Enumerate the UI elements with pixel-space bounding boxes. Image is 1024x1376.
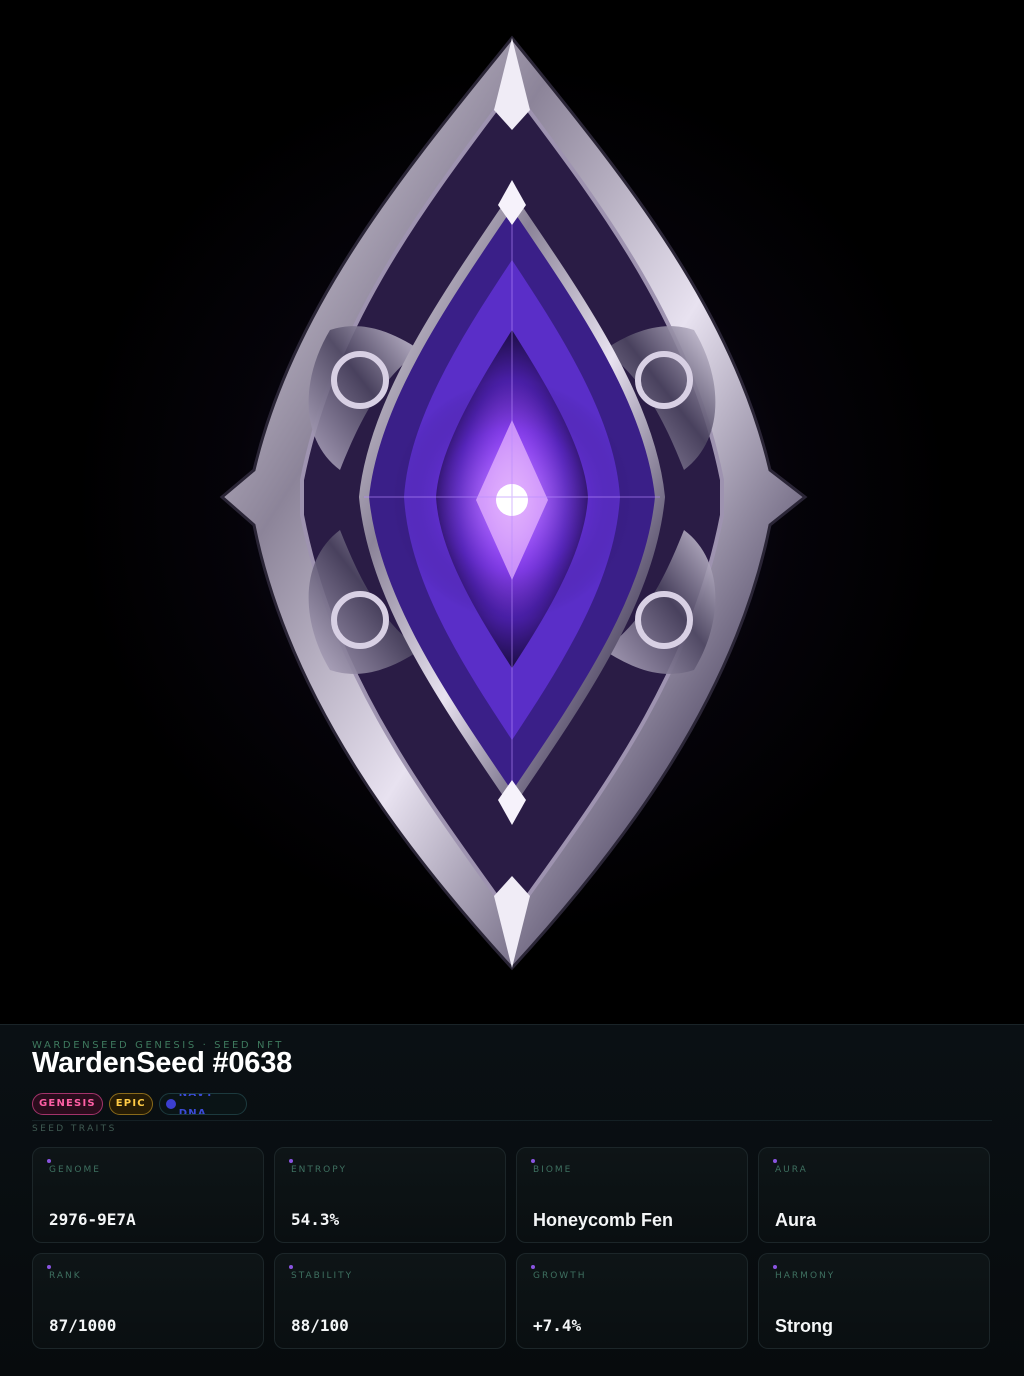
trait-card-biome: BIOME Honeycomb Fen bbox=[516, 1147, 748, 1243]
trait-card-harmony: HARMONY Strong bbox=[758, 1253, 990, 1349]
trait-card-rank: RANK 87/1000 bbox=[32, 1253, 264, 1349]
trait-card-growth: GROWTH +7.4% bbox=[516, 1253, 748, 1349]
trait-value: +7.4% bbox=[533, 1316, 582, 1335]
trait-bullet-icon bbox=[773, 1159, 777, 1163]
trait-label: BIOME bbox=[533, 1165, 573, 1175]
trait-label: HARMONY bbox=[775, 1271, 836, 1281]
dna-tag: NAVY DNA bbox=[158, 1093, 247, 1115]
trait-label: STABILITY bbox=[291, 1271, 354, 1281]
nft-details-panel: WARDENSEED GENESIS · SEED NFT WardenSeed… bbox=[0, 1024, 1024, 1376]
trait-card-entropy: ENTROPY 54.3% bbox=[274, 1147, 506, 1243]
traits-grid: GENOME 2976-9E7A ENTROPY 54.3% BIOME Hon… bbox=[32, 1147, 992, 1349]
dna-tag-label: NAVY DNA bbox=[178, 1093, 215, 1115]
trait-value: Strong bbox=[775, 1316, 833, 1336]
trait-label: GROWTH bbox=[533, 1271, 587, 1281]
divider bbox=[32, 1120, 992, 1121]
trait-value: Honeycomb Fen bbox=[533, 1210, 674, 1230]
trait-value: 87/1000 bbox=[49, 1316, 117, 1335]
rarity-tag: EPIC bbox=[108, 1093, 153, 1115]
nft-title: WardenSeed #0638 bbox=[32, 1047, 293, 1079]
dna-color-dot-icon bbox=[165, 1099, 176, 1109]
tag-list: GENESIS EPIC NAVY DNA bbox=[32, 1093, 247, 1115]
trait-value: Aura bbox=[775, 1210, 817, 1230]
trait-bullet-icon bbox=[531, 1265, 535, 1269]
trait-value: 88/100 bbox=[291, 1316, 349, 1335]
trait-bullet-icon bbox=[47, 1265, 51, 1269]
trait-bullet-icon bbox=[531, 1159, 535, 1163]
trait-bullet-icon bbox=[773, 1265, 777, 1269]
trait-card-genome: GENOME 2976-9E7A bbox=[32, 1147, 264, 1243]
trait-value: 2976-9E7A bbox=[49, 1210, 136, 1229]
nft-artwork bbox=[0, 0, 1024, 1024]
trait-card-aura: AURA Aura bbox=[758, 1147, 990, 1243]
trait-label: AURA bbox=[775, 1165, 808, 1175]
trait-label: RANK bbox=[49, 1271, 82, 1281]
trait-value: 54.3% bbox=[291, 1210, 340, 1229]
trait-bullet-icon bbox=[289, 1265, 293, 1269]
trait-bullet-icon bbox=[47, 1159, 51, 1163]
crystal-seed-gem-icon bbox=[219, 35, 808, 971]
seed-traits-heading: SEED TRAITS bbox=[32, 1124, 117, 1134]
genesis-tag: GENESIS bbox=[32, 1093, 103, 1115]
trait-label: ENTROPY bbox=[291, 1165, 347, 1175]
trait-card-stability: STABILITY 88/100 bbox=[274, 1253, 506, 1349]
trait-bullet-icon bbox=[289, 1159, 293, 1163]
trait-label: GENOME bbox=[49, 1165, 101, 1175]
